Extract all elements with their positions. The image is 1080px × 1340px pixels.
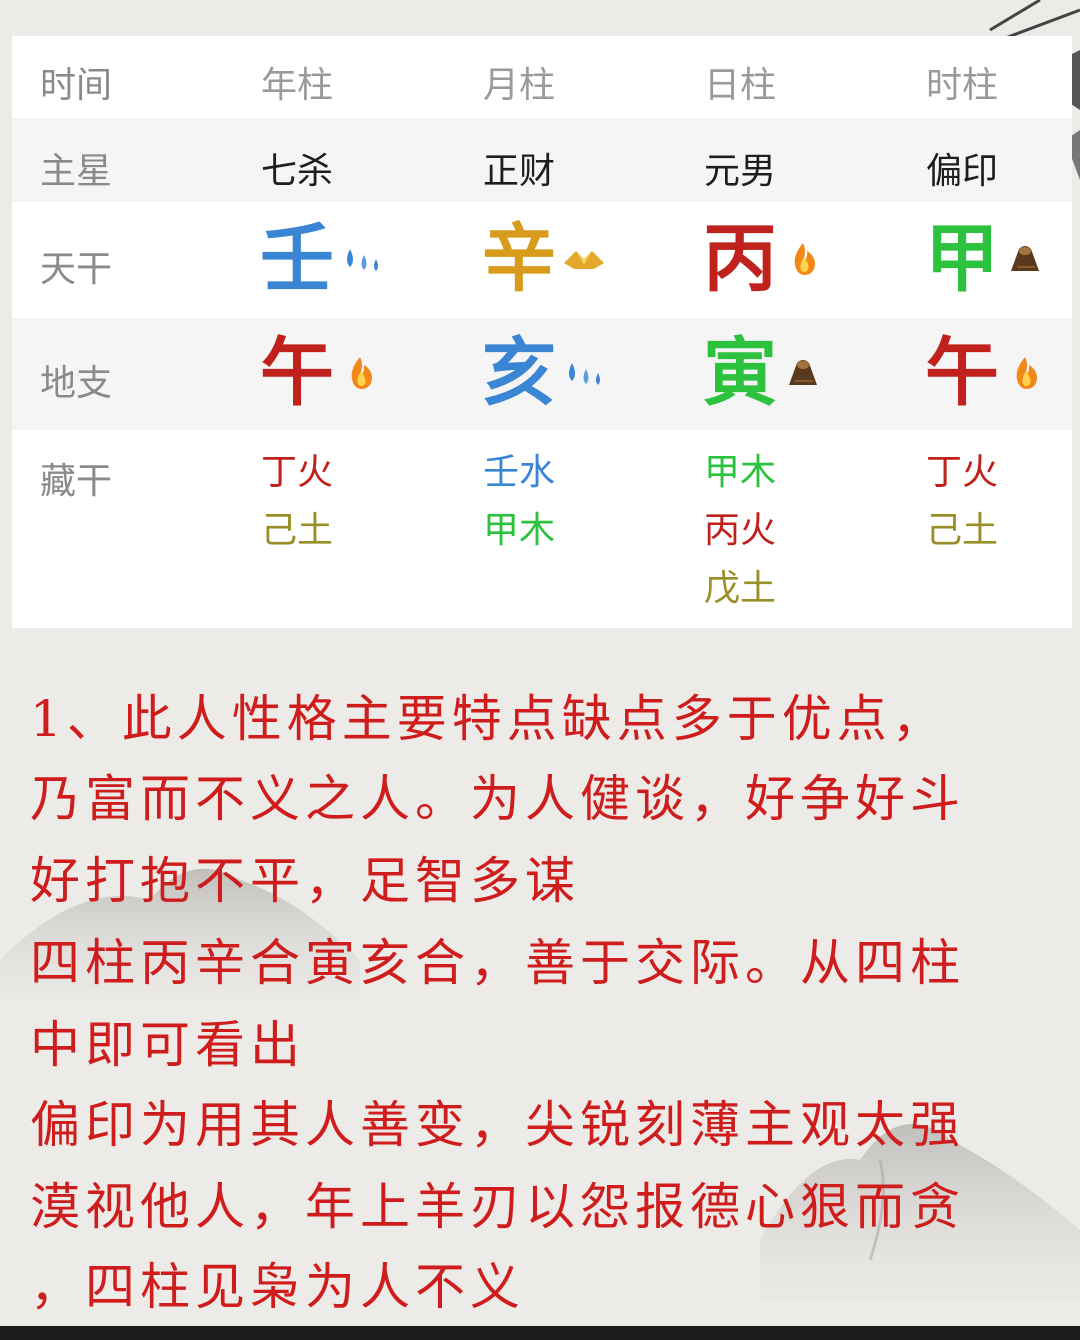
analysis-line: 四柱丙辛合寅亥合，善于交际。从四柱 — [30, 934, 965, 992]
analysis-line: 好打抱不平，足智多谋 — [30, 852, 580, 910]
branch-day-char: 寅 — [703, 330, 777, 416]
main-star-row: 主星 七杀 正财 元男 偏印 — [12, 118, 1072, 202]
earthly-branches-label: 地支 — [40, 363, 113, 404]
hidden-stems-hour: 丁火 己土 — [892, 444, 1032, 560]
main-star-label: 主星 — [40, 151, 113, 192]
stem-day-char: 丙 — [703, 216, 777, 302]
stem-month: 辛 — [459, 222, 629, 296]
analysis-line: 漠视他人，年上羊刃以怨报德心狠而贪 — [30, 1178, 965, 1236]
stem-hour: 甲 — [902, 222, 1072, 296]
hidden-stems-month: 壬水 甲木 — [449, 444, 589, 560]
main-star-day: 元男 — [703, 151, 776, 192]
flame-icon — [338, 353, 384, 393]
main-star-year: 七杀 — [260, 151, 333, 192]
heavenly-stems-row: 天干 壬 辛 丙 甲 — [12, 204, 1072, 316]
branch-hour: 午 — [902, 336, 1072, 410]
hidden-stem: 丁火 — [260, 452, 333, 493]
hidden-stem: 壬水 — [482, 452, 555, 493]
hidden-stem: 丁火 — [925, 452, 998, 493]
analysis-line: 1、此人性格主要特点缺点多于优点， — [30, 690, 947, 748]
branch-year-char: 午 — [260, 330, 334, 416]
branch-month: 亥 — [459, 336, 629, 410]
hidden-stem: 戊土 — [703, 568, 776, 609]
branch-month-char: 亥 — [482, 330, 556, 416]
hidden-stems-day: 甲木 丙火 戊土 — [670, 444, 810, 618]
hidden-stem: 己土 — [260, 510, 333, 551]
stem-year-char: 壬 — [260, 216, 334, 302]
analysis-line: 中即可看出 — [30, 1016, 305, 1074]
col-header-month: 月柱 — [482, 65, 555, 106]
log-icon — [1003, 239, 1049, 279]
hidden-stems-year: 丁火 己土 — [227, 444, 367, 560]
header-label: 时间 — [40, 65, 113, 106]
hidden-stem: 丙火 — [703, 510, 776, 551]
hidden-stems-label: 藏干 — [40, 461, 113, 502]
earthly-branches-row: 地支 午 亥 寅 午 — [12, 318, 1072, 430]
analysis-line: ，四柱见枭为人不义 — [30, 1258, 525, 1316]
branch-hour-char: 午 — [925, 330, 999, 416]
hidden-stem: 己土 — [925, 510, 998, 551]
analysis-line: 偏印为用其人善变，尖锐刻薄主观太强 — [30, 1096, 965, 1154]
log-icon — [781, 353, 827, 393]
main-star-hour: 偏印 — [925, 151, 998, 192]
branch-year: 午 — [237, 336, 407, 410]
col-header-hour: 时柱 — [925, 65, 998, 106]
col-header-year: 年柱 — [260, 65, 333, 106]
col-header-day: 日柱 — [703, 65, 776, 106]
stem-year: 壬 — [237, 222, 407, 296]
stem-hour-char: 甲 — [925, 216, 999, 302]
stem-day: 丙 — [680, 222, 850, 296]
main-star-month: 正财 — [482, 151, 555, 192]
stem-month-char: 辛 — [482, 216, 556, 302]
header-row: 时间 年柱 月柱 日柱 时柱 — [12, 36, 1072, 116]
water-drops-icon — [560, 353, 606, 393]
bottom-bar — [0, 1326, 1080, 1340]
hidden-stem: 甲木 — [482, 510, 555, 551]
hidden-stem: 甲木 — [703, 452, 776, 493]
gold-ingot-icon — [560, 239, 606, 279]
water-drops-icon — [338, 239, 384, 279]
branch-day: 寅 — [680, 336, 850, 410]
hidden-stems-row: 藏干 丁火 己土 壬水 甲木 甲木 丙火 戊土 丁火 己土 — [12, 432, 1072, 628]
flame-icon — [1003, 353, 1049, 393]
analysis-line: 乃富而不义之人。为人健谈，好争好斗 — [30, 770, 965, 828]
bazi-chart-table: 时间 年柱 月柱 日柱 时柱 主星 七杀 正财 元男 偏印 天干 壬 辛 丙 甲… — [12, 36, 1072, 628]
heavenly-stems-label: 天干 — [40, 249, 113, 290]
flame-icon — [781, 239, 827, 279]
